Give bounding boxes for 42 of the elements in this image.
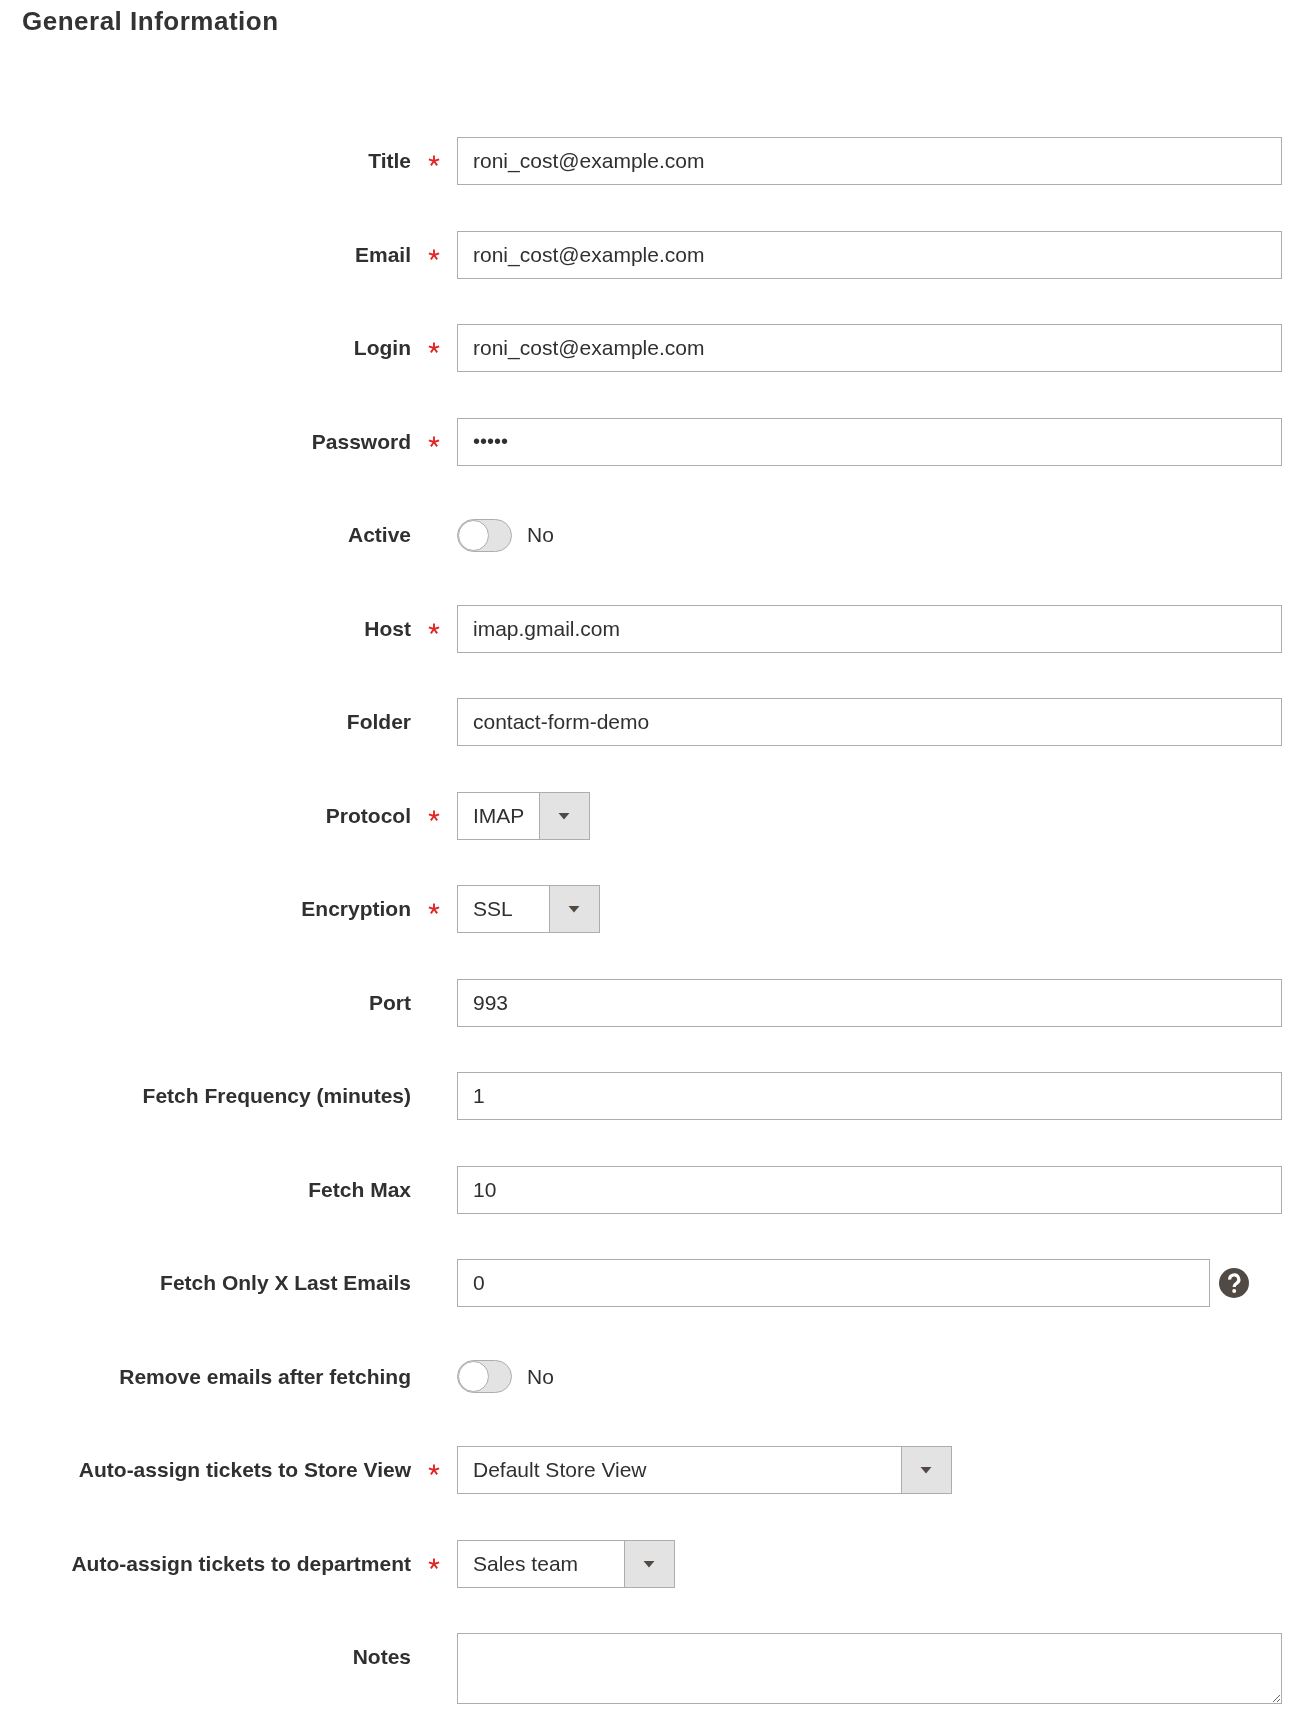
field-label: Title <box>368 149 411 172</box>
toggle-switch[interactable] <box>457 518 512 552</box>
select-dropdown[interactable]: Sales team <box>457 1539 675 1588</box>
caret-icon <box>901 1447 951 1493</box>
input-field[interactable]: roni_cost@example.com <box>457 324 1282 372</box>
input-field[interactable]: 0 <box>457 1259 1210 1307</box>
help-icon[interactable] <box>1219 1268 1249 1298</box>
field-label: Fetch Max <box>308 1177 411 1201</box>
field-label: Protocol <box>325 803 411 827</box>
caret-icon <box>549 886 599 932</box>
field-label: Encryption <box>301 897 411 920</box>
field-label: Active <box>347 523 411 546</box>
input-field[interactable]: roni_cost@example.com <box>457 230 1282 279</box>
input-field[interactable]: 1 <box>457 1072 1282 1120</box>
caret-icon <box>624 1540 674 1587</box>
field-label: Fetch Frequency (minutes) <box>142 1084 411 1107</box>
toggle-state-label: No <box>527 1363 554 1390</box>
select-dropdown[interactable]: IMAP <box>457 791 590 840</box>
field-label: Password <box>311 429 411 453</box>
select-dropdown[interactable]: Default Store View <box>457 1446 952 1494</box>
field-label: Auto-assign tickets to department <box>71 1551 411 1575</box>
input-field[interactable]: 10 <box>457 1165 1282 1214</box>
textarea-field[interactable] <box>457 1633 1282 1704</box>
field-label: Fetch Only X Last Emails <box>160 1271 411 1294</box>
field-label: Port <box>369 990 411 1014</box>
input-field[interactable]: imap.gmail.com <box>457 604 1282 653</box>
field-label: Login <box>353 336 411 359</box>
field-label: Email <box>354 242 411 266</box>
field-label: Notes <box>352 1645 411 1668</box>
field-label: Auto-assign tickets to Store View <box>78 1458 411 1481</box>
field-label: Folder <box>346 710 411 733</box>
caret-icon <box>539 792 590 839</box>
field-label: Remove emails after fetching <box>119 1364 411 1388</box>
toggle-state-label: No <box>527 522 554 548</box>
input-field[interactable]: roni_cost@example.com <box>457 137 1282 185</box>
section-title: General Information <box>22 5 279 37</box>
toggle-switch[interactable] <box>457 1360 512 1393</box>
input-field[interactable]: 993 <box>457 978 1282 1027</box>
password-field[interactable]: ••••• <box>457 417 1282 466</box>
field-label: Host <box>364 616 411 640</box>
input-field[interactable]: contact-form-demo <box>457 698 1282 746</box>
select-dropdown[interactable]: SSL <box>457 885 600 933</box>
